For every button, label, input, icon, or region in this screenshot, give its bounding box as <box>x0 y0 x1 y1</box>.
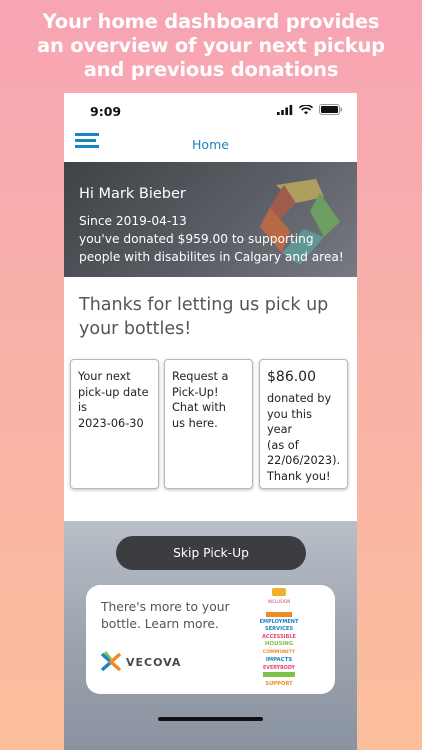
home-indicator[interactable] <box>158 717 263 721</box>
vecova-logo: VECOVA <box>100 651 181 673</box>
request-line-4: us here. <box>172 416 218 430</box>
yearly-donation-card[interactable]: $86.00 donated by you this year (as of 2… <box>259 359 348 489</box>
donated-line-5: Thank you! <box>267 469 331 483</box>
svg-text:SUPPORT: SUPPORT <box>265 681 293 687</box>
donor-since: Since 2019-04-13 <box>79 214 187 228</box>
headline: Your home dashboard provides an overview… <box>0 10 422 82</box>
page-title: Home <box>192 137 229 152</box>
battery-icon <box>319 104 343 115</box>
next-pickup-card[interactable]: Your next pick-up date is 2023-06-30 <box>70 359 159 489</box>
learn-more-text: There's more to your bottle. Learn more. <box>101 600 230 631</box>
svg-text:INCLUSION: INCLUSION <box>268 599 291 604</box>
bottle-word-art: INCLUSION EMPLOYMENT SERVICES ACCESSIBLE… <box>259 588 299 691</box>
svg-text:IMPACTS: IMPACTS <box>266 657 293 663</box>
yearly-donation-amount: $86.00 <box>267 369 316 385</box>
learn-more-card[interactable]: There's more to your bottle. Learn more.… <box>86 585 335 694</box>
status-time: 9:09 <box>90 104 122 119</box>
status-bar: 9:09 <box>64 93 357 131</box>
vecova-wordmark: VECOVA <box>126 655 182 669</box>
headline-line-1: Your home dashboard provides <box>42 10 380 33</box>
signal-icon <box>277 104 293 115</box>
svg-text:EVERYBODY: EVERYBODY <box>263 665 296 671</box>
navigation-bar: Home <box>64 131 357 161</box>
svg-text:SERVICES: SERVICES <box>265 626 294 632</box>
svg-text:ACCESSIBLE: ACCESSIBLE <box>262 634 296 640</box>
donated-line-2: you this year <box>267 407 312 437</box>
svg-text:EMPLOYMENT: EMPLOYMENT <box>260 619 299 625</box>
next-pickup-line-2: pick-up date <box>78 385 149 399</box>
donated-line-4: 22/06/2023). <box>267 454 341 467</box>
greeting: Hi Mark Bieber <box>79 186 186 202</box>
request-line-3: Chat with <box>172 401 226 414</box>
headline-line-2: an overview of your next pickup <box>37 34 385 57</box>
thanks-message: Thanks for letting us pick up your bottl… <box>79 295 329 339</box>
svg-text:HOUSING: HOUSING <box>265 641 294 647</box>
bottom-panel: Skip Pick-Up There's more to your bottle… <box>64 521 357 750</box>
donation-purpose: people with disabilites in Calgary and a… <box>79 250 344 264</box>
skip-pickup-button[interactable]: Skip Pick-Up <box>116 536 306 570</box>
donated-line-3: (as of <box>267 438 299 452</box>
svg-text:COMMUNITY: COMMUNITY <box>263 649 296 655</box>
total-donated: you've donated $959.00 to supporting <box>79 232 314 246</box>
next-pickup-line-3: is <box>78 401 88 414</box>
wifi-icon <box>299 104 313 114</box>
next-pickup-line-1: Your next <box>78 370 131 383</box>
vecova-mark-icon <box>100 651 122 672</box>
next-pickup-date: 2023-06-30 <box>78 416 144 430</box>
status-icons <box>277 104 343 115</box>
headline-line-3: and previous donations <box>83 58 339 81</box>
request-line-2: Pick-Up! <box>172 385 219 399</box>
request-pickup-card[interactable]: Request a Pick-Up! Chat with us here. <box>164 359 253 489</box>
donated-line-1: donated by <box>267 392 332 405</box>
phone-screen: 9:09 Home Hi Mark Bieber Since 2019-04-1… <box>64 93 357 750</box>
donation-summary-banner: Hi Mark Bieber Since 2019-04-13 you've d… <box>64 162 357 277</box>
request-line-1: Request a <box>172 370 229 383</box>
